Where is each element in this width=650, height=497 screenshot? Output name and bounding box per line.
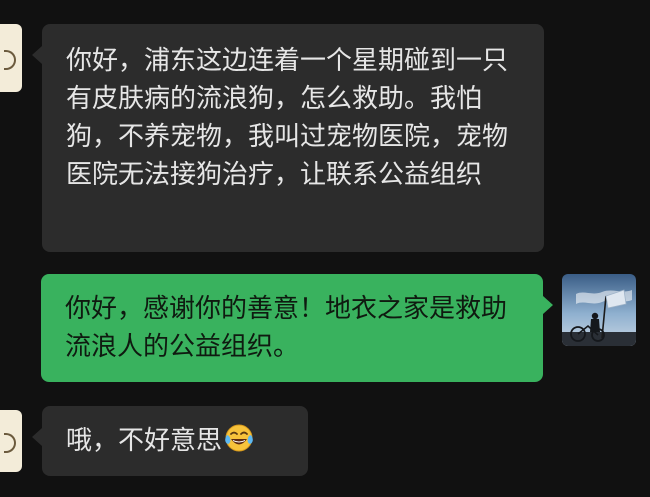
message-text: 你好，浦东这边连着一个星期碰到一只有皮肤病的流浪狗，怎么救助。我怕狗，不养宠物，… bbox=[66, 46, 509, 190]
avatar-image bbox=[4, 50, 16, 70]
message-text: 你好，感谢你的善意！地衣之家是救助流浪人的公益组织。 bbox=[65, 294, 508, 362]
message-bubble-incoming[interactable]: 你好，浦东这边连着一个星期碰到一只有皮肤病的流浪狗，怎么救助。我怕狗，不养宠物，… bbox=[32, 24, 544, 252]
own-avatar[interactable] bbox=[562, 274, 636, 346]
sender-avatar[interactable] bbox=[0, 410, 22, 472]
avatar-image bbox=[4, 433, 16, 453]
message-bubble-outgoing[interactable]: 你好，感谢你的善意！地衣之家是救助流浪人的公益组织。 bbox=[41, 274, 553, 382]
chat-area: 你好，浦东这边连着一个星期碰到一只有皮肤病的流浪狗，怎么救助。我怕狗，不养宠物，… bbox=[0, 0, 650, 497]
message-text: 哦，不好意思 bbox=[66, 426, 223, 456]
avatar-photo bbox=[562, 274, 636, 346]
message-bubble-incoming[interactable]: 哦，不好意思 bbox=[32, 406, 308, 476]
sender-avatar[interactable] bbox=[0, 24, 22, 92]
tears-of-joy-emoji-icon bbox=[224, 423, 254, 464]
